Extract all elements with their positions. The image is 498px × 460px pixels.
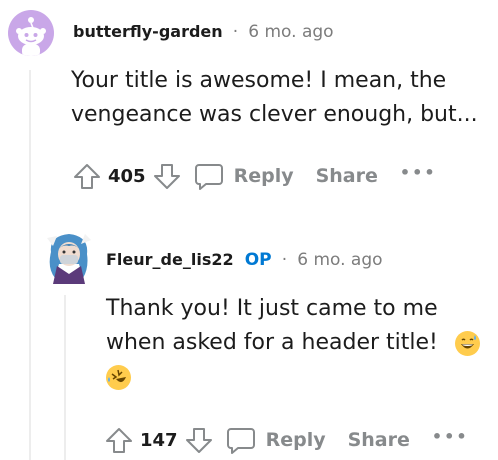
comment-body: Your title is awesome! I mean, the venge… [71, 64, 478, 132]
avatar[interactable] [8, 10, 54, 56]
snoo-avatar-icon [16, 17, 46, 56]
timestamp[interactable]: 6 mo. ago [248, 22, 333, 42]
more-options-icon[interactable]: ••• [432, 427, 469, 446]
downvote-icon[interactable] [150, 159, 184, 193]
comment-text-line: vengeance was clever enough, but... [71, 102, 478, 127]
more-options-icon[interactable]: ••• [400, 163, 437, 182]
share-button[interactable]: Share [348, 429, 410, 451]
meta-separator: · [232, 22, 239, 42]
comment-text-line: when asked for a header title! [106, 326, 480, 360]
op-badge: OP [244, 250, 272, 270]
upvote-icon[interactable] [102, 423, 136, 457]
comment-actions: 147 Reply Share ••• [102, 422, 469, 458]
username-link[interactable]: butterfly-garden [73, 22, 223, 41]
downvote-icon[interactable] [182, 423, 216, 457]
reply-label: Reply [233, 165, 294, 187]
comment-meta: Fleur_de_lis22 OP · 6 mo. ago [106, 250, 383, 270]
share-button[interactable]: Share [316, 165, 378, 187]
rolling-laughing-emoji-icon [106, 364, 131, 390]
vote-count: 147 [140, 429, 178, 451]
character-avatar-icon [47, 234, 91, 284]
username-link[interactable]: Fleur_de_lis22 [106, 250, 234, 269]
thread-line-main[interactable] [29, 70, 31, 460]
upvote-icon[interactable] [70, 159, 104, 193]
reply-button[interactable]: Reply [192, 159, 294, 193]
grinning-sweat-emoji-icon [454, 330, 480, 356]
comment-text-segment: when asked for a header title! [106, 330, 438, 355]
comment-text-line: Your title is awesome! I mean, the [71, 68, 447, 93]
comment-text-line: Thank you! It just came to me [106, 296, 438, 321]
meta-separator: · [281, 250, 288, 270]
comment-meta: butterfly-garden · 6 mo. ago [73, 22, 334, 42]
thread-line-reply[interactable] [64, 295, 66, 460]
comment-bubble-icon [192, 159, 226, 193]
vote-count: 405 [108, 165, 146, 187]
reply-label: Reply [265, 429, 326, 451]
comment-text-line [106, 360, 480, 394]
reply-button[interactable]: Reply [224, 423, 326, 457]
avatar[interactable] [41, 228, 97, 284]
comment-bubble-icon [224, 423, 258, 457]
comment-actions: 405 Reply Share ••• [70, 158, 437, 194]
comment-body: Thank you! It just came to me when asked… [106, 292, 480, 394]
timestamp[interactable]: 6 mo. ago [297, 250, 382, 270]
